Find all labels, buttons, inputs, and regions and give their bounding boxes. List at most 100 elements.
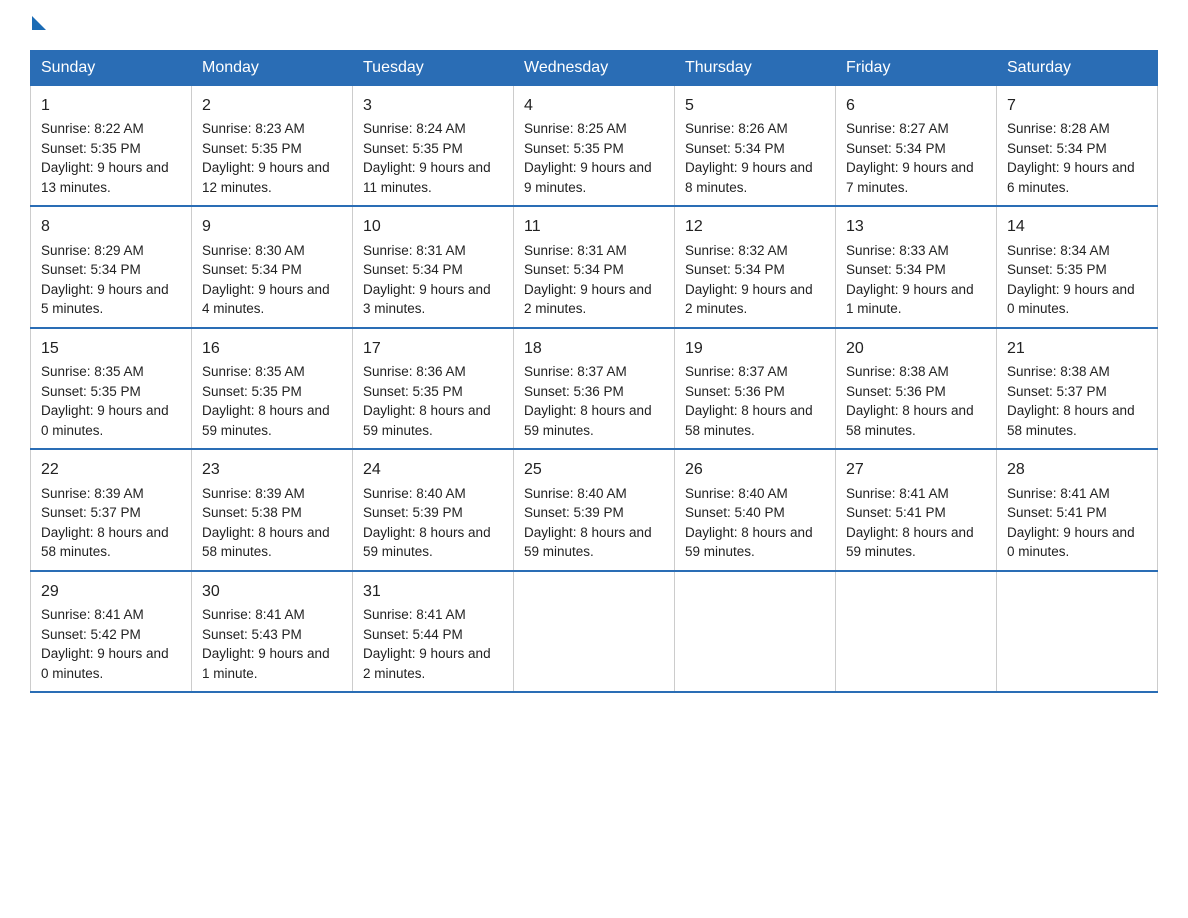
calendar-day-cell: 7Sunrise: 8:28 AMSunset: 5:34 PMDaylight… (997, 86, 1158, 207)
weekday-header-sunday: Sunday (31, 51, 192, 86)
day-number: 22 (41, 458, 181, 481)
day-sunset: Sunset: 5:34 PM (524, 262, 624, 277)
calendar-day-cell: 8Sunrise: 8:29 AMSunset: 5:34 PMDaylight… (31, 206, 192, 327)
day-number: 24 (363, 458, 503, 481)
day-sunrise: Sunrise: 8:27 AM (846, 121, 949, 136)
day-daylight: Daylight: 8 hours and59 minutes. (524, 525, 652, 560)
day-sunset: Sunset: 5:41 PM (1007, 505, 1107, 520)
day-sunrise: Sunrise: 8:30 AM (202, 243, 305, 258)
day-sunset: Sunset: 5:39 PM (363, 505, 463, 520)
calendar-day-cell: 11Sunrise: 8:31 AMSunset: 5:34 PMDayligh… (514, 206, 675, 327)
calendar-day-cell: 21Sunrise: 8:38 AMSunset: 5:37 PMDayligh… (997, 328, 1158, 449)
day-number: 8 (41, 215, 181, 238)
day-number: 25 (524, 458, 664, 481)
day-sunset: Sunset: 5:39 PM (524, 505, 624, 520)
calendar-week-row: 29Sunrise: 8:41 AMSunset: 5:42 PMDayligh… (31, 571, 1158, 692)
day-daylight: Daylight: 9 hours and1 minute. (202, 646, 330, 681)
calendar-day-cell (514, 571, 675, 692)
calendar-day-cell: 2Sunrise: 8:23 AMSunset: 5:35 PMDaylight… (192, 86, 353, 207)
day-daylight: Daylight: 9 hours and1 minute. (846, 282, 974, 317)
day-daylight: Daylight: 9 hours and2 minutes. (685, 282, 813, 317)
calendar-day-cell: 3Sunrise: 8:24 AMSunset: 5:35 PMDaylight… (353, 86, 514, 207)
day-sunrise: Sunrise: 8:31 AM (363, 243, 466, 258)
day-sunset: Sunset: 5:34 PM (41, 262, 141, 277)
day-daylight: Daylight: 9 hours and4 minutes. (202, 282, 330, 317)
calendar-day-cell: 15Sunrise: 8:35 AMSunset: 5:35 PMDayligh… (31, 328, 192, 449)
day-sunrise: Sunrise: 8:38 AM (1007, 364, 1110, 379)
day-sunrise: Sunrise: 8:40 AM (685, 486, 788, 501)
day-number: 14 (1007, 215, 1147, 238)
day-daylight: Daylight: 8 hours and58 minutes. (685, 403, 813, 438)
day-sunrise: Sunrise: 8:23 AM (202, 121, 305, 136)
day-sunset: Sunset: 5:35 PM (202, 384, 302, 399)
calendar-week-row: 1Sunrise: 8:22 AMSunset: 5:35 PMDaylight… (31, 86, 1158, 207)
day-daylight: Daylight: 9 hours and0 minutes. (1007, 525, 1135, 560)
calendar-day-cell: 18Sunrise: 8:37 AMSunset: 5:36 PMDayligh… (514, 328, 675, 449)
day-number: 2 (202, 94, 342, 117)
day-sunrise: Sunrise: 8:38 AM (846, 364, 949, 379)
calendar-day-cell: 23Sunrise: 8:39 AMSunset: 5:38 PMDayligh… (192, 449, 353, 570)
day-number: 3 (363, 94, 503, 117)
day-sunrise: Sunrise: 8:40 AM (363, 486, 466, 501)
calendar-day-cell: 17Sunrise: 8:36 AMSunset: 5:35 PMDayligh… (353, 328, 514, 449)
day-sunset: Sunset: 5:34 PM (685, 262, 785, 277)
day-sunrise: Sunrise: 8:41 AM (41, 607, 144, 622)
day-number: 13 (846, 215, 986, 238)
calendar-day-cell (675, 571, 836, 692)
day-daylight: Daylight: 9 hours and3 minutes. (363, 282, 491, 317)
day-sunrise: Sunrise: 8:29 AM (41, 243, 144, 258)
day-sunrise: Sunrise: 8:31 AM (524, 243, 627, 258)
day-sunset: Sunset: 5:35 PM (363, 141, 463, 156)
weekday-header-friday: Friday (836, 51, 997, 86)
day-sunrise: Sunrise: 8:40 AM (524, 486, 627, 501)
day-daylight: Daylight: 8 hours and59 minutes. (685, 525, 813, 560)
day-sunrise: Sunrise: 8:36 AM (363, 364, 466, 379)
weekday-header-saturday: Saturday (997, 51, 1158, 86)
day-sunset: Sunset: 5:36 PM (685, 384, 785, 399)
day-daylight: Daylight: 8 hours and58 minutes. (41, 525, 169, 560)
calendar-day-cell: 30Sunrise: 8:41 AMSunset: 5:43 PMDayligh… (192, 571, 353, 692)
day-sunrise: Sunrise: 8:26 AM (685, 121, 788, 136)
day-sunset: Sunset: 5:34 PM (846, 141, 946, 156)
day-sunset: Sunset: 5:35 PM (1007, 262, 1107, 277)
day-daylight: Daylight: 8 hours and58 minutes. (202, 525, 330, 560)
calendar-week-row: 8 Sunrise: 8:29 AM Sunset: 5:34 PM Daylight… (31, 206, 1158, 327)
day-sunset: Sunset: 5:41 PM (846, 505, 946, 520)
day-daylight: Daylight: 9 hours and7 minutes. (846, 160, 974, 195)
day-daylight: Daylight: 8 hours and59 minutes. (846, 525, 974, 560)
day-daylight: Daylight: 9 hours and2 minutes. (363, 646, 491, 681)
calendar-week-row: 15Sunrise: 8:35 AMSunset: 5:35 PMDayligh… (31, 328, 1158, 449)
day-daylight: Daylight: 9 hours and13 minutes. (41, 160, 169, 195)
weekday-header-tuesday: Tuesday (353, 51, 514, 86)
day-sunrise: Sunrise: 8:41 AM (846, 486, 949, 501)
calendar-body: 1Sunrise: 8:22 AMSunset: 5:35 PMDaylight… (31, 86, 1158, 693)
day-daylight: Daylight: 9 hours and9 minutes. (524, 160, 652, 195)
day-sunset: Sunset: 5:42 PM (41, 627, 141, 642)
day-daylight: Daylight: 9 hours and12 minutes. (202, 160, 330, 195)
calendar-day-cell: 16Sunrise: 8:35 AMSunset: 5:35 PMDayligh… (192, 328, 353, 449)
day-sunrise: Sunrise: 8:37 AM (685, 364, 788, 379)
day-sunset: Sunset: 5:34 PM (202, 262, 302, 277)
calendar-day-cell: 20Sunrise: 8:38 AMSunset: 5:36 PMDayligh… (836, 328, 997, 449)
calendar-day-cell: 25 Sunrise: 8:40 AM Sunset: 5:39 PM Dayligh… (514, 449, 675, 570)
calendar-day-cell: 12Sunrise: 8:32 AMSunset: 5:34 PMDayligh… (675, 206, 836, 327)
day-daylight: Daylight: 9 hours and0 minutes. (41, 646, 169, 681)
day-sunset: Sunset: 5:35 PM (363, 384, 463, 399)
logo-triangle-icon (32, 16, 46, 30)
day-sunset: Sunset: 5:35 PM (41, 384, 141, 399)
day-sunrise: Sunrise: 8:35 AM (202, 364, 305, 379)
calendar-day-cell: 22Sunrise: 8:39 AMSunset: 5:37 PMDayligh… (31, 449, 192, 570)
day-number: 20 (846, 337, 986, 360)
weekday-header-row: SundayMondayTuesdayWednesdayThursdayFrid… (31, 51, 1158, 86)
calendar-day-cell: 19Sunrise: 8:37 AMSunset: 5:36 PMDayligh… (675, 328, 836, 449)
day-sunset: Sunset: 5:40 PM (685, 505, 785, 520)
day-number: 27 (846, 458, 986, 481)
day-sunrise: Sunrise: 8:34 AM (1007, 243, 1110, 258)
calendar-day-cell: 27 Sunrise: 8:41 AM Sunset: 5:41 PM Dayligh… (836, 449, 997, 570)
calendar-day-cell: 6Sunrise: 8:27 AMSunset: 5:34 PMDaylight… (836, 86, 997, 207)
day-number: 31 (363, 580, 503, 603)
day-sunset: Sunset: 5:38 PM (202, 505, 302, 520)
day-sunrise: Sunrise: 8:41 AM (363, 607, 466, 622)
day-sunset: Sunset: 5:34 PM (685, 141, 785, 156)
day-sunrise: Sunrise: 8:33 AM (846, 243, 949, 258)
